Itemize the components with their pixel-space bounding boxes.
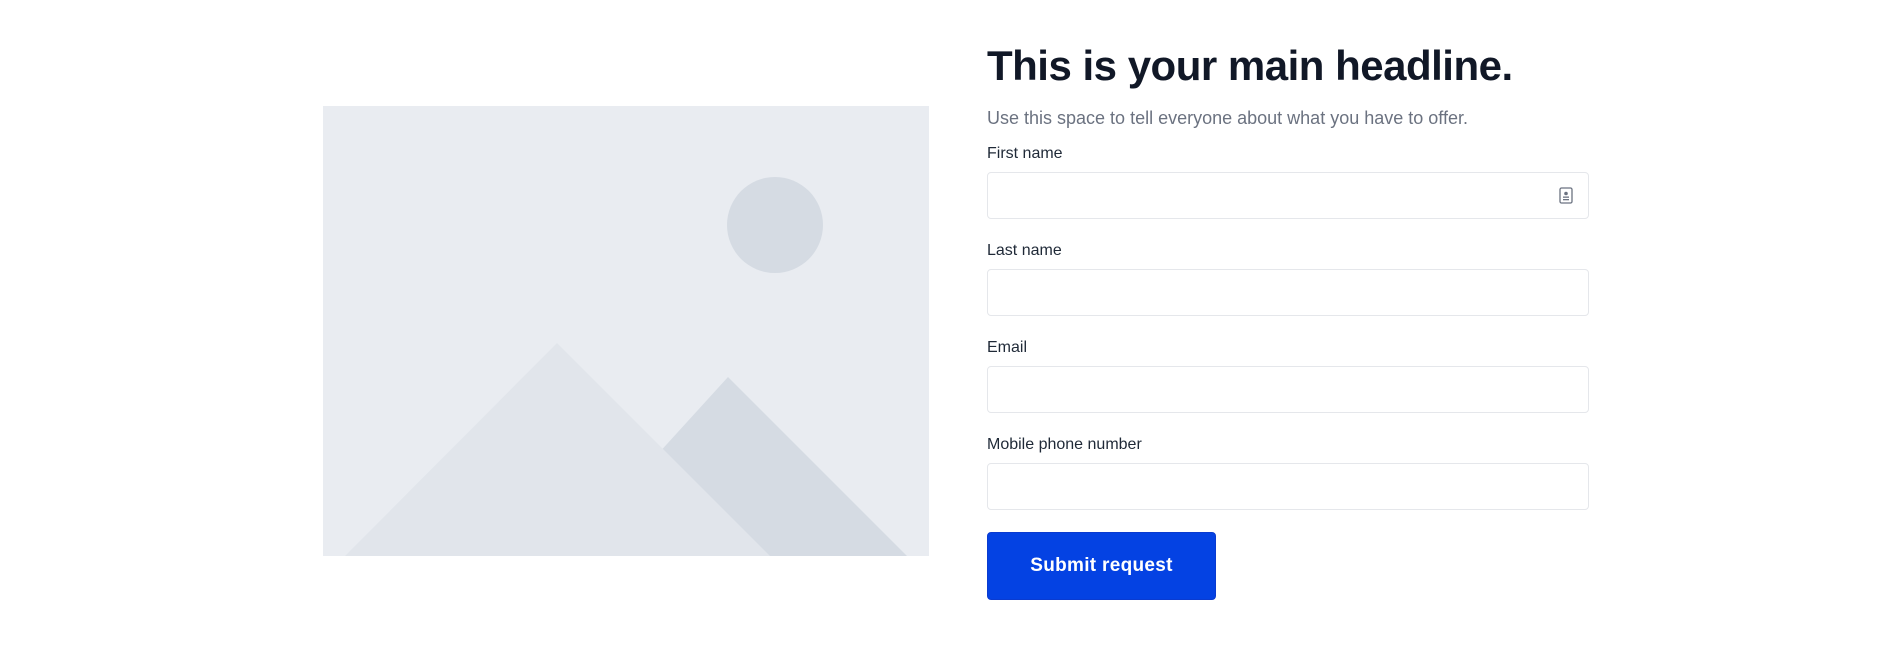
first-name-input-wrap xyxy=(987,172,1589,219)
page-subtitle: Use this space to tell everyone about wh… xyxy=(987,108,1468,128)
sun-shape xyxy=(727,177,823,273)
first-name-label: First name xyxy=(987,145,1063,162)
email-field-group: Email xyxy=(987,338,1589,413)
last-name-input-wrap xyxy=(987,269,1589,316)
mobile-phone-label: Mobile phone number xyxy=(987,436,1142,453)
mobile-phone-input[interactable] xyxy=(987,463,1589,510)
request-form: First name Last name Email Mobile phone … xyxy=(987,144,1589,600)
image-placeholder-icon xyxy=(323,106,929,556)
email-input[interactable] xyxy=(987,366,1589,413)
last-name-label: Last name xyxy=(987,242,1062,259)
contact-card-icon[interactable] xyxy=(1559,187,1573,204)
first-name-field-group: First name xyxy=(987,144,1589,219)
hero-image-placeholder xyxy=(323,106,929,556)
last-name-field-group: Last name xyxy=(987,241,1589,316)
mobile-phone-input-wrap xyxy=(987,463,1589,510)
submit-request-button[interactable]: Submit request xyxy=(987,532,1216,600)
mobile-phone-field-group: Mobile phone number xyxy=(987,435,1589,510)
email-input-wrap xyxy=(987,366,1589,413)
last-name-input[interactable] xyxy=(987,269,1589,316)
email-label: Email xyxy=(987,339,1028,356)
lead-form-section: This is your main headline. Use this spa… xyxy=(987,40,1589,600)
first-name-input[interactable] xyxy=(987,172,1589,219)
page-headline: This is your main headline. xyxy=(987,42,1513,89)
